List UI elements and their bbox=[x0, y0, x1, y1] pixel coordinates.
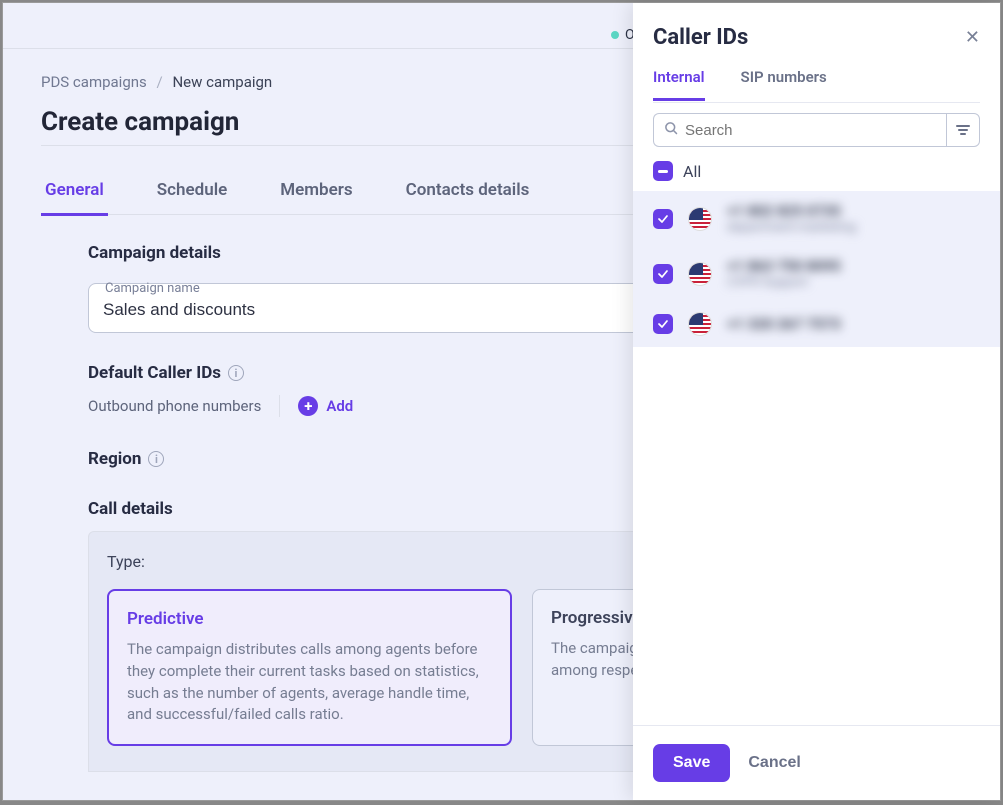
panel-header: Caller IDs ✕ bbox=[633, 3, 1000, 58]
close-icon[interactable]: ✕ bbox=[965, 27, 980, 48]
tab-general[interactable]: General bbox=[41, 180, 108, 216]
list-item[interactable]: +1 320 267 7573 bbox=[633, 301, 1000, 347]
panel-footer: Save Cancel bbox=[633, 725, 1000, 800]
select-all-row[interactable]: All bbox=[633, 155, 1000, 191]
predictive-desc: The campaign distributes calls among age… bbox=[127, 639, 492, 726]
add-caller-id-button[interactable]: + Add bbox=[298, 396, 353, 416]
select-all-label: All bbox=[683, 162, 701, 181]
type-card-predictive[interactable]: Predictive The campaign distributes call… bbox=[107, 589, 512, 746]
checkbox-checked-icon[interactable] bbox=[653, 314, 673, 334]
save-button[interactable]: Save bbox=[653, 744, 730, 782]
us-flag-icon bbox=[688, 207, 712, 231]
number-text: +1 863 750 8095 CVFR Support bbox=[727, 257, 841, 290]
panel-tab-sip[interactable]: SIP numbers bbox=[741, 68, 827, 101]
predictive-title: Predictive bbox=[127, 609, 492, 629]
number-text: +1 320 267 7573 bbox=[727, 315, 841, 333]
us-flag-icon bbox=[688, 262, 712, 286]
breadcrumb: PDS campaigns / New campaign bbox=[41, 73, 272, 91]
search-input[interactable] bbox=[685, 122, 936, 139]
call-details-text: Call details bbox=[88, 499, 173, 519]
number-list: +1 802 825 0735 department-marketing +1 … bbox=[633, 191, 1000, 347]
filter-button[interactable] bbox=[946, 113, 980, 147]
default-caller-ids-text: Default Caller IDs bbox=[88, 363, 221, 383]
search-box[interactable] bbox=[653, 113, 946, 147]
breadcrumb-separator: / bbox=[157, 73, 163, 91]
outbound-label: Outbound phone numbers bbox=[88, 397, 261, 415]
info-icon[interactable]: i bbox=[228, 365, 244, 381]
cancel-button[interactable]: Cancel bbox=[748, 754, 800, 772]
search-wrap bbox=[633, 103, 1000, 155]
tab-members[interactable]: Members bbox=[276, 180, 356, 214]
panel-title: Caller IDs bbox=[653, 25, 748, 50]
info-icon[interactable]: i bbox=[148, 451, 164, 467]
page-title: Create campaign bbox=[41, 107, 239, 137]
tab-contacts-details[interactable]: Contacts details bbox=[402, 180, 534, 214]
campaign-name-label: Campaign name bbox=[103, 281, 202, 296]
us-flag-icon bbox=[688, 312, 712, 336]
list-item[interactable]: +1 863 750 8095 CVFR Support bbox=[633, 246, 1000, 301]
checkbox-indeterminate-icon[interactable] bbox=[653, 161, 673, 181]
add-label: Add bbox=[326, 397, 353, 415]
checkbox-checked-icon[interactable] bbox=[653, 264, 673, 284]
breadcrumb-current: New campaign bbox=[172, 73, 272, 91]
breadcrumb-root-link[interactable]: PDS campaigns bbox=[41, 73, 147, 91]
filter-icon bbox=[956, 125, 970, 135]
tab-schedule[interactable]: Schedule bbox=[153, 180, 232, 214]
caller-ids-panel: Caller IDs ✕ Internal SIP numbers bbox=[633, 3, 1000, 800]
region-text: Region bbox=[88, 449, 141, 469]
app-frame: O PDS campaigns / New campaign Create ca… bbox=[2, 2, 1001, 801]
status-dot-icon bbox=[611, 31, 619, 39]
checkbox-checked-icon[interactable] bbox=[653, 209, 673, 229]
number-text: +1 802 825 0735 department-marketing bbox=[727, 202, 856, 235]
panel-tabs: Internal SIP numbers bbox=[633, 58, 1000, 102]
status-indicator: O bbox=[611, 27, 635, 43]
plus-icon: + bbox=[298, 396, 318, 416]
panel-tab-internal[interactable]: Internal bbox=[653, 68, 705, 101]
search-icon bbox=[664, 121, 679, 140]
vertical-divider bbox=[279, 395, 280, 417]
list-item[interactable]: +1 802 825 0735 department-marketing bbox=[633, 191, 1000, 246]
